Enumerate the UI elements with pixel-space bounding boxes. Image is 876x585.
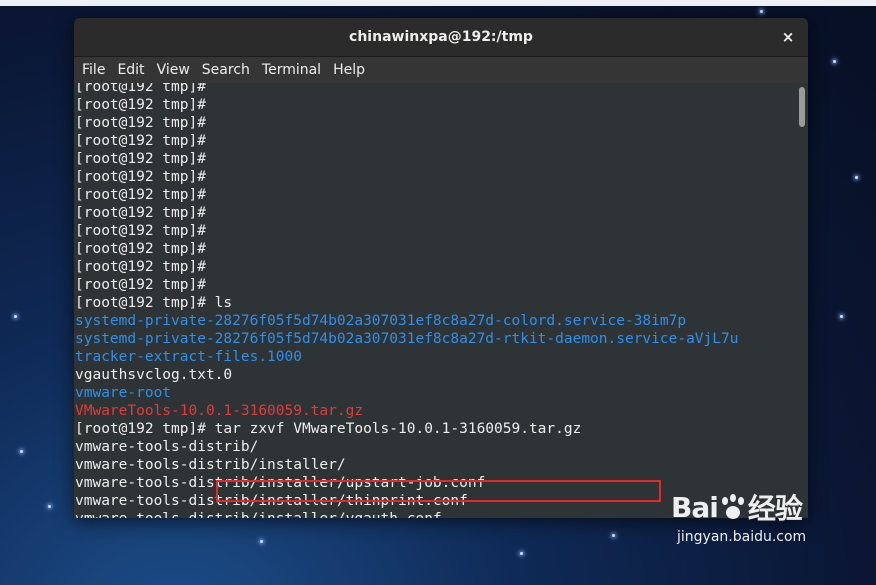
window-title: chinawinxpa@192:/tmp xyxy=(349,29,533,45)
terminal-line: vgauthsvclog.txt.0 xyxy=(75,367,233,383)
background-star xyxy=(833,60,836,63)
background-star xyxy=(260,540,263,543)
terminal-line: [root@192 tmp]# xyxy=(75,169,206,185)
terminal-line: systemd-private-28276f05f5d74b02a307031e… xyxy=(75,331,739,347)
background-star xyxy=(20,450,23,453)
terminal-output[interactable]: [root@192 tmp]# [root@192 tmp]# [root@192 … xyxy=(74,83,808,518)
scrollbar[interactable] xyxy=(794,83,808,518)
terminal-line: vmware-tools-distrib/ xyxy=(75,439,259,455)
menu-view[interactable]: View xyxy=(151,62,196,78)
terminal-line: [root@192 tmp]# xyxy=(75,205,206,221)
terminal-line: [root@192 tmp]# xyxy=(75,151,206,167)
terminal-line: [root@192 tmp]# xyxy=(75,259,206,275)
desktop-top-strip xyxy=(0,0,876,6)
menu-file[interactable]: File xyxy=(76,62,111,78)
background-star xyxy=(612,534,615,537)
paw-icon xyxy=(720,494,746,520)
terminal-line: [root@192 tmp]# xyxy=(75,223,206,239)
terminal-line: [root@192 tmp]# xyxy=(75,187,206,203)
terminal-line: [root@192 tmp]# xyxy=(75,241,206,257)
terminal-lines: [root@192 tmp]# [root@192 tmp]# [root@192 … xyxy=(75,83,790,518)
background-star xyxy=(48,505,51,508)
watermark-url: jingyan.baidu.com xyxy=(677,529,807,545)
command-highlight-box xyxy=(216,480,661,502)
terminal-line: [root@192 tmp]# xyxy=(75,277,206,293)
baidu-jingyan-watermark: Bai 经验 jingyan.baidu.com xyxy=(671,487,831,567)
background-star xyxy=(840,315,843,318)
terminal-line: [root@192 tmp]# xyxy=(75,83,206,95)
terminal-line: [root@192 tmp]# xyxy=(75,97,206,113)
background-star xyxy=(520,552,523,555)
terminal-line: [root@192 tmp]# xyxy=(75,133,206,149)
menu-help[interactable]: Help xyxy=(327,62,371,78)
menu-bar: File Edit View Search Terminal Help xyxy=(74,57,808,84)
watermark-logo: Bai 经验 xyxy=(671,487,831,527)
background-star xyxy=(760,10,763,13)
terminal-line: tracker-extract-files.1000 xyxy=(75,349,302,365)
background-star xyxy=(855,176,858,179)
watermark-brand-left: Bai xyxy=(671,490,719,524)
close-icon[interactable]: × xyxy=(778,27,798,47)
terminal-window: chinawinxpa@192:/tmp × File Edit View Se… xyxy=(74,18,808,518)
terminal-line: systemd-private-28276f05f5d74b02a307031e… xyxy=(75,313,687,329)
menu-edit[interactable]: Edit xyxy=(111,62,150,78)
window-titlebar[interactable]: chinawinxpa@192:/tmp × xyxy=(74,18,808,57)
terminal-line: vmware-tools-distrib/installer/ xyxy=(75,457,346,473)
terminal-line: [root@192 tmp]# ls xyxy=(75,295,233,311)
menu-search[interactable]: Search xyxy=(196,62,256,78)
terminal-line: VMwareTools-10.0.1-3160059.tar.gz xyxy=(75,403,364,419)
terminal-line: [root@192 tmp]# tar zxvf VMwareTools-10.… xyxy=(75,421,582,437)
background-star xyxy=(14,315,17,318)
terminal-line: [root@192 tmp]# xyxy=(75,115,206,131)
watermark-brand-right: 经验 xyxy=(747,492,803,525)
terminal-line: vmware-root xyxy=(75,385,172,401)
scrollbar-thumb[interactable] xyxy=(799,87,805,127)
menu-terminal[interactable]: Terminal xyxy=(256,62,327,78)
